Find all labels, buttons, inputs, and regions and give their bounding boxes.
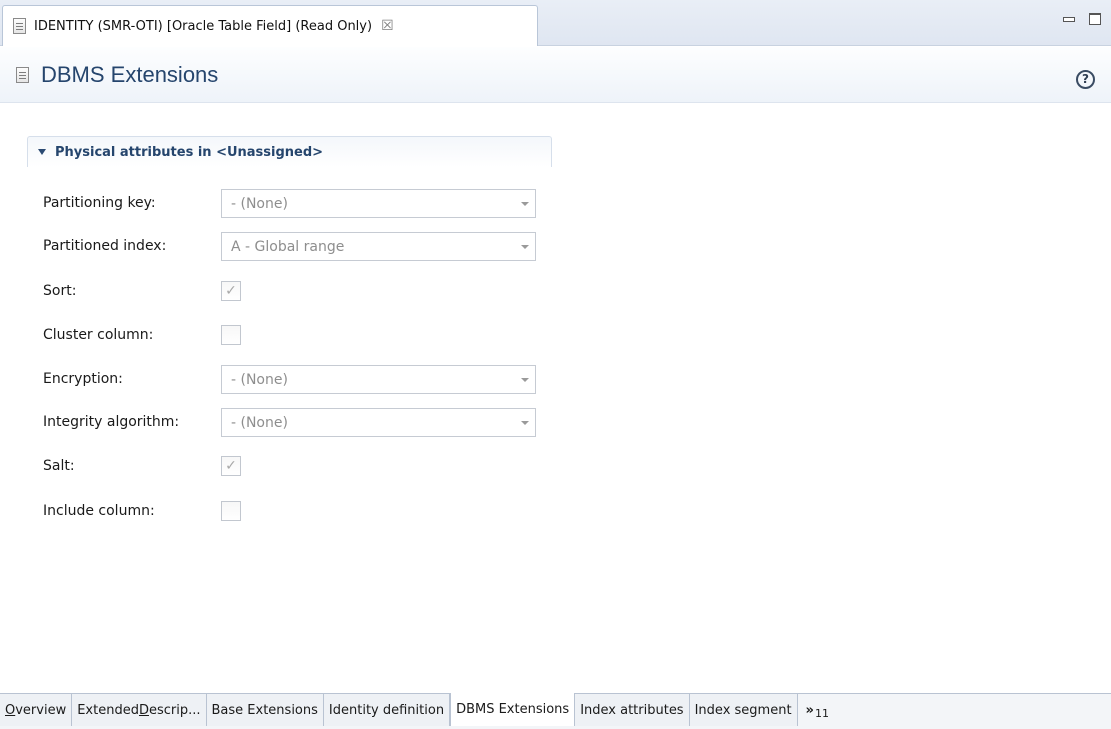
tab-extended-description[interactable]: Extended Descrip... <box>72 694 207 726</box>
chevron-double-right-icon: » <box>805 702 814 718</box>
tab-index-attributes[interactable]: Index attributes <box>575 694 690 726</box>
partitioning-key-label: Partitioning key: <box>43 195 156 211</box>
section-header-physical-attributes[interactable]: Physical attributes in <Unassigned> <box>27 136 552 167</box>
tab-index-segment[interactable]: Index segment <box>689 694 798 726</box>
row-integrity-algorithm: Integrity algorithm: - (None) <box>43 408 543 438</box>
tab-base-extensions[interactable]: Base Extensions <box>206 694 324 726</box>
sort-checkbox[interactable]: ✓ <box>221 281 241 301</box>
window-controls <box>1063 13 1101 25</box>
tab-extended-label-pre: Extended <box>77 702 139 718</box>
chevron-down-icon[interactable] <box>515 366 535 393</box>
tab-extended-label-rest: escrip... <box>148 702 201 718</box>
row-partitioned-index: Partitioned index: A - Global range <box>43 232 543 262</box>
partitioning-key-value: - (None) <box>231 195 288 212</box>
help-icon[interactable]: ? <box>1076 70 1095 89</box>
include-column-label: Include column: <box>43 503 155 519</box>
row-include-column: Include column: <box>43 497 543 527</box>
chevron-down-icon[interactable] <box>515 409 535 436</box>
salt-label: Salt: <box>43 458 75 474</box>
encryption-select[interactable]: - (None) <box>221 365 536 394</box>
encryption-label: Encryption: <box>43 371 123 387</box>
more-tabs-button[interactable]: » 11 <box>798 694 837 726</box>
integrity-algorithm-label: Integrity algorithm: <box>43 414 180 430</box>
cluster-column-label: Cluster column: <box>43 327 154 343</box>
editor-tab-bar: IDENTITY (SMR-OTI) [Oracle Table Field] … <box>0 0 1111 46</box>
encryption-value: - (None) <box>231 371 288 388</box>
tab-overview[interactable]: Overview <box>0 694 73 726</box>
document-icon <box>13 18 26 34</box>
close-icon[interactable]: ☒ <box>381 18 394 34</box>
editor-tab[interactable]: IDENTITY (SMR-OTI) [Oracle Table Field] … <box>2 5 538 46</box>
maximize-icon[interactable] <box>1089 13 1101 25</box>
row-encryption: Encryption: - (None) <box>43 365 543 395</box>
include-column-checkbox[interactable] <box>221 501 241 521</box>
integrity-algorithm-select[interactable]: - (None) <box>221 408 536 437</box>
minimize-icon[interactable] <box>1063 13 1075 25</box>
chevron-down-icon[interactable] <box>515 233 535 260</box>
document-icon <box>16 66 29 83</box>
more-tabs-count: 11 <box>814 706 829 720</box>
tab-overview-mnemonic: O <box>5 702 16 718</box>
editor-tab-title: IDENTITY (SMR-OTI) [Oracle Table Field] … <box>34 18 373 34</box>
row-partitioning-key: Partitioning key: - (None) <box>43 189 543 219</box>
section-title: Physical attributes in <Unassigned> <box>55 144 324 160</box>
salt-checkbox[interactable]: ✓ <box>221 456 241 476</box>
cluster-column-checkbox[interactable] <box>221 325 241 345</box>
tab-identity-definition[interactable]: Identity definition <box>323 694 451 726</box>
row-sort: Sort: ✓ <box>43 277 543 307</box>
sort-label: Sort: <box>43 283 77 299</box>
tab-extended-mnemonic: D <box>138 702 149 718</box>
row-salt: Salt: ✓ <box>43 452 543 482</box>
expand-triangle-icon[interactable] <box>38 149 46 155</box>
tab-overview-label: verview <box>15 702 67 718</box>
chevron-down-icon[interactable] <box>515 190 535 217</box>
partitioning-key-select[interactable]: - (None) <box>221 189 536 218</box>
tab-dbms-extensions[interactable]: DBMS Extensions <box>450 693 576 726</box>
form-header: DBMS Extensions ? <box>0 47 1111 103</box>
partitioned-index-label: Partitioned index: <box>43 238 167 254</box>
partitioned-index-value: A - Global range <box>231 238 345 255</box>
page-title: DBMS Extensions <box>41 61 219 87</box>
row-cluster-column: Cluster column: <box>43 321 543 351</box>
page-tab-bar: Overview Extended Descrip... Base Extens… <box>0 693 1111 729</box>
partitioned-index-select[interactable]: A - Global range <box>221 232 536 261</box>
integrity-algorithm-value: - (None) <box>231 414 288 431</box>
